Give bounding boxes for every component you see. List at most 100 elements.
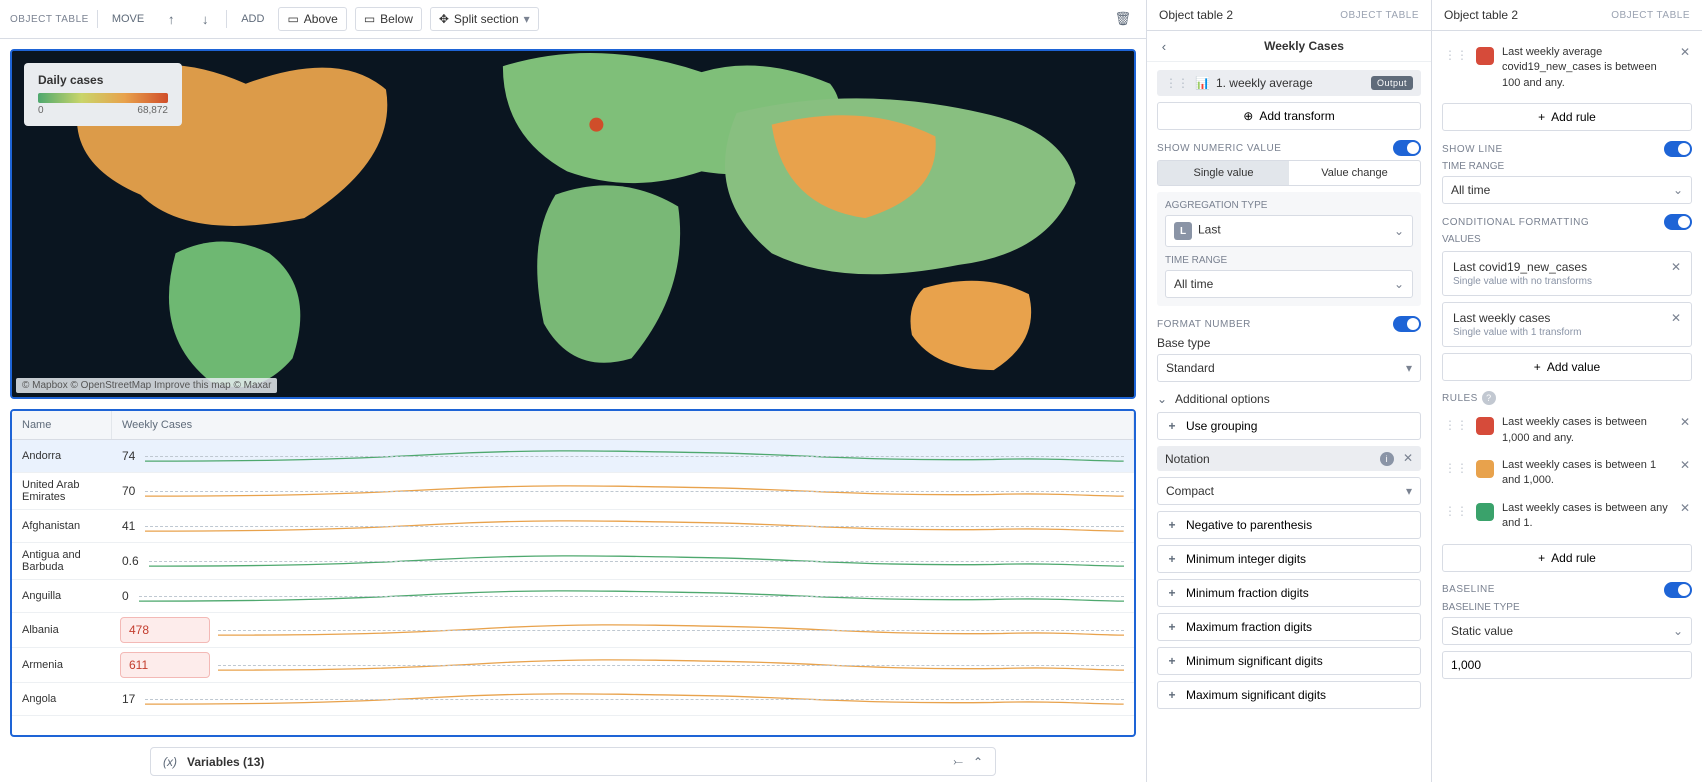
opt-minsig[interactable]: +Minimum significant digits <box>1157 647 1421 675</box>
plus-icon: + <box>1166 586 1178 600</box>
opt-maxfrac[interactable]: +Maximum fraction digits <box>1157 613 1421 641</box>
table-row[interactable]: Anguilla0 <box>12 580 1134 613</box>
baseline-value-input[interactable] <box>1442 651 1692 679</box>
variables-footer[interactable]: (x) Variables (13) ⤚ ⌃ <box>150 747 996 776</box>
close-icon[interactable]: ✕ <box>1680 415 1690 429</box>
split-section-button[interactable]: ✥Split section▾ <box>430 7 539 31</box>
close-icon[interactable]: ✕ <box>1680 501 1690 515</box>
panel3-title: Object table 2 <box>1444 8 1518 22</box>
seg-change[interactable]: Value change <box>1289 161 1420 185</box>
cond-format-toggle[interactable] <box>1664 214 1692 230</box>
add-below-button[interactable]: ▭Below <box>355 7 422 31</box>
notation-select[interactable]: Compact ▾ <box>1157 477 1421 505</box>
object-table-label: OBJECT TABLE <box>10 14 89 25</box>
additional-options-toggle[interactable]: ⌄ Additional options <box>1157 392 1421 406</box>
use-grouping-button[interactable]: +Use grouping <box>1157 412 1421 440</box>
move-down-button[interactable]: ↓ <box>192 6 218 32</box>
drag-handle-icon[interactable]: ⋮⋮ <box>1444 461 1468 475</box>
add-above-button[interactable]: ▭Above <box>278 7 346 31</box>
drag-handle-icon[interactable]: ⋮⋮ <box>1444 418 1468 432</box>
rule-row[interactable]: ⋮⋮Last weekly cases is between 1 and 1,0… <box>1442 452 1692 495</box>
drag-handle-icon[interactable]: ⋮⋮ <box>1444 504 1468 518</box>
delete-button[interactable]: 🗑 <box>1110 6 1136 32</box>
drag-handle-icon[interactable]: ⋮⋮ <box>1165 76 1189 90</box>
close-icon[interactable]: ✕ <box>1671 311 1681 325</box>
baseline-toggle[interactable] <box>1664 582 1692 598</box>
chevron-down-icon: ⌄ <box>1394 224 1404 238</box>
below-icon: ▭ <box>364 12 375 26</box>
back-button[interactable]: ‹ <box>1151 33 1177 59</box>
time-range-select[interactable]: All time ⌄ <box>1442 176 1692 204</box>
close-icon[interactable]: ✕ <box>1680 458 1690 472</box>
table-row[interactable]: United Arab Emirates70 <box>12 473 1134 510</box>
opt-minfrac[interactable]: +Minimum fraction digits <box>1157 579 1421 607</box>
cell-value: 478 <box>120 617 210 643</box>
filter-icon[interactable]: ⤚ <box>953 754 963 769</box>
data-table: Name Weekly Cases Andorra74United Arab E… <box>10 409 1136 737</box>
plus-icon: + <box>1166 688 1178 702</box>
map-legend: Daily cases 0 68,872 <box>24 63 182 126</box>
seg-single[interactable]: Single value <box>1158 161 1289 185</box>
add-value-button[interactable]: +Add value <box>1442 353 1692 381</box>
table-row[interactable]: Albania478 <box>12 613 1134 648</box>
table-row[interactable]: Afghanistan41 <box>12 510 1134 543</box>
plus-icon: + <box>1166 552 1178 566</box>
move-up-button[interactable]: ↑ <box>158 6 184 32</box>
table-row[interactable]: Armenia611 <box>12 648 1134 683</box>
output-chip: Output <box>1371 76 1413 90</box>
panel2-type: OBJECT TABLE <box>1340 10 1419 21</box>
cell-name: Armenia <box>12 653 112 677</box>
opt-maxsig[interactable]: +Maximum significant digits <box>1157 681 1421 709</box>
rule-swatch[interactable] <box>1476 47 1494 65</box>
chevron-down-icon: ⌄ <box>1673 624 1683 638</box>
close-icon[interactable]: ✕ <box>1403 451 1413 465</box>
table-row[interactable]: Angola17 <box>12 683 1134 716</box>
value-title: Last weekly cases <box>1453 311 1581 325</box>
notation-row: Notation i ✕ <box>1157 446 1421 471</box>
info-icon[interactable]: ? <box>1482 391 1496 405</box>
cell-name: Andorra <box>12 444 112 468</box>
show-numeric-toggle[interactable] <box>1393 140 1421 156</box>
opt-minint[interactable]: +Minimum integer digits <box>1157 545 1421 573</box>
value-item[interactable]: Last weekly casesSingle value with 1 tra… <box>1442 302 1692 347</box>
close-icon[interactable]: ✕ <box>1680 45 1690 59</box>
sparkline <box>218 616 1134 644</box>
value-mode-segment[interactable]: Single value Value change <box>1157 160 1421 186</box>
rule-text: Last weekly cases is between any and 1. <box>1502 501 1672 532</box>
add-transform-button[interactable]: ⊕ Add transform <box>1157 102 1421 130</box>
rule-swatch[interactable] <box>1476 503 1494 521</box>
rule-row[interactable]: ⋮⋮ Last weekly cases is between any and 1… <box>1442 495 1692 538</box>
format-number-toggle[interactable] <box>1393 316 1421 332</box>
baseline-type-select[interactable]: Static value ⌄ <box>1442 617 1692 645</box>
col-name[interactable]: Name <box>12 411 112 439</box>
base-type-select[interactable]: Standard ▾ <box>1157 354 1421 382</box>
show-line-toggle[interactable] <box>1664 141 1692 157</box>
close-icon[interactable]: ✕ <box>1671 260 1681 274</box>
drag-handle-icon[interactable]: ⋮⋮ <box>1444 48 1468 62</box>
time-select[interactable]: All time ⌄ <box>1165 270 1413 298</box>
info-icon[interactable]: i <box>1380 452 1394 466</box>
value-item[interactable]: Last covid19_new_casesSingle value with … <box>1442 251 1692 296</box>
cell-value: 70 <box>120 479 137 503</box>
sparkline <box>145 477 1134 505</box>
cell-name: Antigua and Barbuda <box>12 543 112 579</box>
trash-icon: 🗑 <box>1115 11 1132 27</box>
opt-neg[interactable]: +Negative to parenthesis <box>1157 511 1421 539</box>
panel2-title: Object table 2 <box>1159 8 1233 22</box>
table-row[interactable]: Antigua and Barbuda 0.6 <box>12 543 1134 580</box>
chevron-up-icon[interactable]: ⌃ <box>973 755 983 769</box>
table-row[interactable]: Andorra74 <box>12 440 1134 473</box>
agg-select[interactable]: LLast ⌄ <box>1165 215 1413 247</box>
transform-item[interactable]: ⋮⋮ 📊 1. weekly average Output <box>1157 70 1421 96</box>
add-label: ADD <box>235 9 270 29</box>
add-rule-button[interactable]: +Add rule <box>1442 544 1692 572</box>
col-cases[interactable]: Weekly Cases <box>112 411 1134 439</box>
cell-value: 0.6 <box>120 549 141 573</box>
rule-row[interactable]: ⋮⋮Last weekly cases is between 1,000 and… <box>1442 409 1692 452</box>
world-map[interactable]: Daily cases 0 68,872 © Mapbox © OpenStre… <box>10 49 1136 399</box>
add-rule-button-top[interactable]: +Add rule <box>1442 103 1692 131</box>
agg-label: AGGREGATION TYPE <box>1165 200 1413 211</box>
rule-swatch[interactable] <box>1476 460 1494 478</box>
rule-swatch[interactable] <box>1476 417 1494 435</box>
sparkline <box>145 685 1134 713</box>
